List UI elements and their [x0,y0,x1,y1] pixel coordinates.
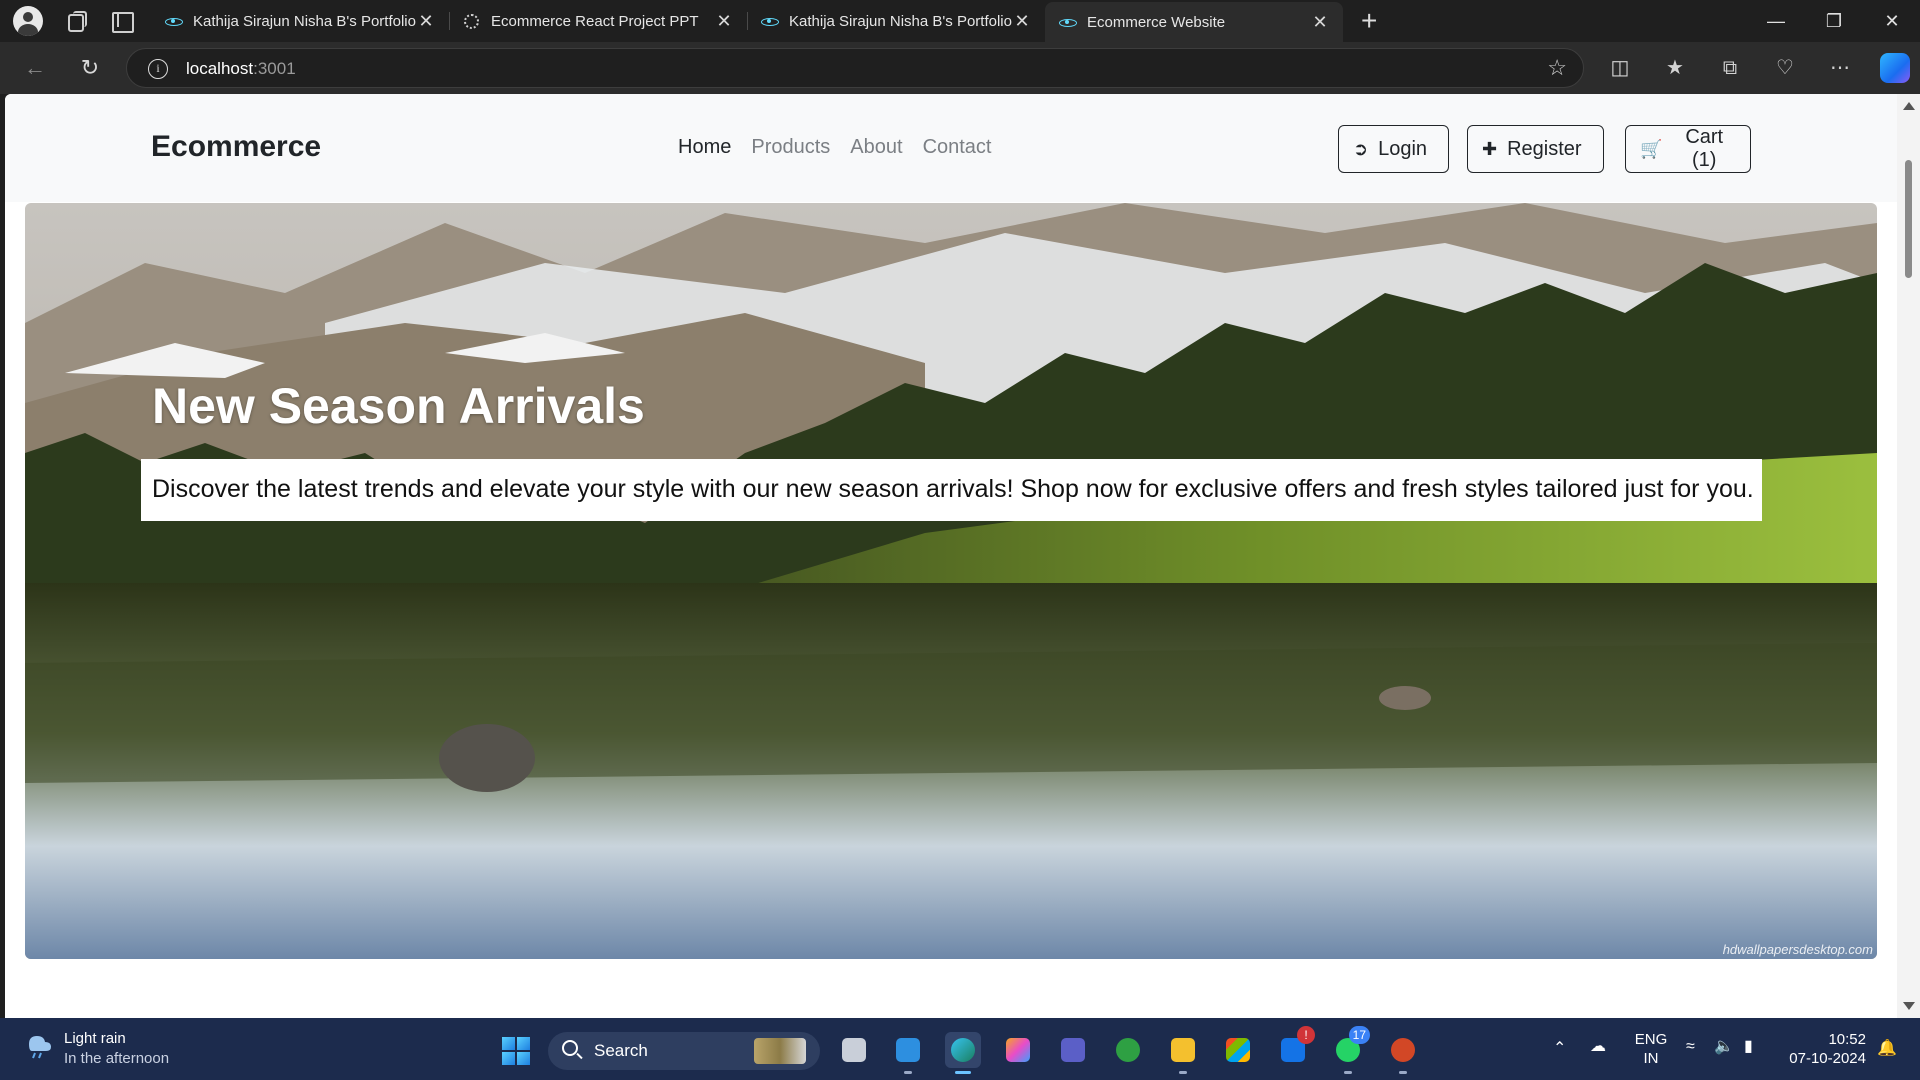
taskbar-search[interactable]: Search [548,1032,820,1070]
powerpoint-icon[interactable] [1385,1032,1421,1074]
nav-link-contact[interactable]: Contact [923,136,992,159]
mountain-lake-image [25,203,1877,959]
rain-cloud-icon[interactable] [24,1030,54,1060]
page-viewport: Ecommerce Home Products About Contact ➲ … [5,94,1897,1018]
more-options-icon[interactable]: ⋯ [1826,54,1854,82]
brand-logo[interactable]: Ecommerce [151,130,321,164]
close-tab-icon[interactable]: ✕ [1013,11,1031,32]
onedrive-cloud-icon[interactable]: ☁ [1590,1036,1606,1056]
nav-link-products[interactable]: Products [751,136,830,159]
clock[interactable]: 10:52 07-10-2024 [1784,1030,1866,1080]
language-indicator[interactable]: ENG IN [1634,1030,1668,1080]
hero-banner: New Season Arrivals Discover the latest … [25,203,1877,959]
show-hidden-icons-chevron-icon[interactable]: ⌃ [1553,1038,1566,1058]
nav-menu: Home Products About Contact [678,136,992,159]
battery-icon[interactable]: ▮ [1744,1036,1753,1056]
shopping-cart-icon: 🛒 [1640,138,1663,159]
browser-essentials-icon[interactable]: ♡ [1771,54,1799,82]
user-plus-icon: ✚ [1482,138,1498,159]
nav-link-home[interactable]: Home [678,136,731,159]
minimize-button[interactable]: — [1748,0,1804,42]
tab-strip: Kathija Sirajun Nisha B's Portfolio ✕ Ec… [0,0,1920,42]
tab-title: Ecommerce Website [1087,13,1226,31]
edge-icon[interactable] [945,1032,981,1074]
url-text[interactable]: localhost:3001 [186,59,296,79]
workspaces-icon[interactable] [63,8,89,34]
copilot-icon[interactable] [1880,53,1910,83]
close-tab-icon[interactable]: ✕ [1311,12,1329,33]
weather-condition[interactable]: Light rain [64,1030,126,1047]
collections-icon[interactable]: ⧉ [1716,54,1744,82]
windows-taskbar: Light rain In the afternoon Search ! 17 [0,1018,1920,1080]
url-host: localhost [186,59,254,78]
browser-toolbar: ← ↻ i localhost:3001 ☆ ◫ ★ ⧉ ♡ ⋯ [0,42,1920,94]
page-scrollbar[interactable] [1897,94,1920,1018]
outlook-badge: ! [1297,1026,1315,1044]
login-label: Login [1378,137,1428,160]
task-view-icon[interactable] [836,1032,872,1068]
close-tab-icon[interactable]: ✕ [715,11,733,32]
volume-icon[interactable]: 🔈 [1714,1036,1734,1056]
windows-start-icon[interactable] [502,1037,530,1065]
browser-tab-2[interactable]: Ecommerce React Project PPT ✕ [449,0,747,42]
image-watermark: hdwallpapersdesktop.com [1722,942,1873,957]
tab-title: Kathija Sirajun Nisha B's Portfolio [789,12,1012,30]
search-icon [562,1040,578,1056]
copilot-app-icon[interactable] [1000,1032,1036,1068]
whatsapp-icon[interactable]: 17 [1330,1026,1370,1074]
sign-in-icon: ➲ [1353,138,1369,159]
tab-title: Ecommerce React Project PPT [491,12,699,30]
register-label: Register [1507,137,1582,160]
clock-date: 07-10-2024 [1789,1050,1866,1067]
refresh-icon[interactable]: ↻ [77,55,103,81]
address-bar[interactable]: i localhost:3001 ☆ [126,48,1584,88]
tab-title: Kathija Sirajun Nisha B's Portfolio [193,12,416,30]
cart-label: Cart (1) [1685,126,1724,171]
profile-avatar[interactable] [13,6,43,36]
scroll-down-arrow-icon[interactable] [1903,1002,1915,1010]
react-icon [1059,14,1077,30]
restore-button[interactable]: ❐ [1806,0,1862,42]
hero-description: Discover the latest trends and elevate y… [141,459,1762,521]
nav-link-about[interactable]: About [850,136,902,159]
split-screen-icon[interactable]: ◫ [1606,54,1634,82]
react-icon [761,13,779,29]
scroll-up-arrow-icon[interactable] [1903,102,1915,110]
new-tab-button[interactable]: + [1361,7,1377,35]
browser-tab-1[interactable]: Kathija Sirajun Nisha B's Portfolio ✕ [151,0,449,42]
site-info-icon[interactable]: i [148,59,168,79]
weather-detail[interactable]: In the afternoon [64,1050,169,1067]
cart-button[interactable]: 🛒 Cart (1) [1625,125,1751,173]
favorites-icon[interactable]: ★ [1661,54,1689,82]
close-tab-icon[interactable]: ✕ [417,11,435,32]
outlook-icon[interactable]: ! [1275,1026,1315,1068]
back-arrow-icon[interactable]: ← [22,55,48,81]
react-icon [165,13,183,29]
browser-tab-3[interactable]: Kathija Sirajun Nisha B's Portfolio ✕ [747,0,1045,42]
hero-title: New Season Arrivals [152,378,645,434]
search-label: Search [594,1041,648,1060]
teams-icon[interactable] [1055,1032,1091,1068]
favorite-star-icon[interactable]: ☆ [1547,55,1567,81]
xbox-icon[interactable] [1110,1032,1146,1068]
whatsapp-badge: 17 [1348,1026,1370,1044]
chatgpt-icon [463,13,479,29]
site-navbar: Ecommerce Home Products About Contact ➲ … [5,94,1897,202]
scroll-thumb[interactable] [1905,160,1912,278]
clock-time: 10:52 [1828,1031,1866,1048]
vscode-icon[interactable] [890,1032,926,1074]
microsoft-store-icon[interactable] [1220,1032,1256,1068]
login-button[interactable]: ➲ Login [1338,125,1449,173]
url-port: :3001 [253,59,296,78]
language-line1: ENG [1634,1031,1668,1048]
vertical-tabs-icon[interactable] [109,8,135,34]
browser-tab-4-active[interactable]: Ecommerce Website ✕ [1045,2,1343,42]
register-button[interactable]: ✚ Register [1467,125,1604,173]
notification-bell-icon[interactable]: 🔔 [1877,1038,1897,1058]
language-line2: IN [1643,1050,1659,1067]
wifi-icon[interactable]: ≈ [1686,1038,1695,1056]
close-window-button[interactable]: ✕ [1864,0,1920,42]
search-highlight-image [754,1038,806,1064]
file-explorer-icon[interactable] [1165,1032,1201,1074]
